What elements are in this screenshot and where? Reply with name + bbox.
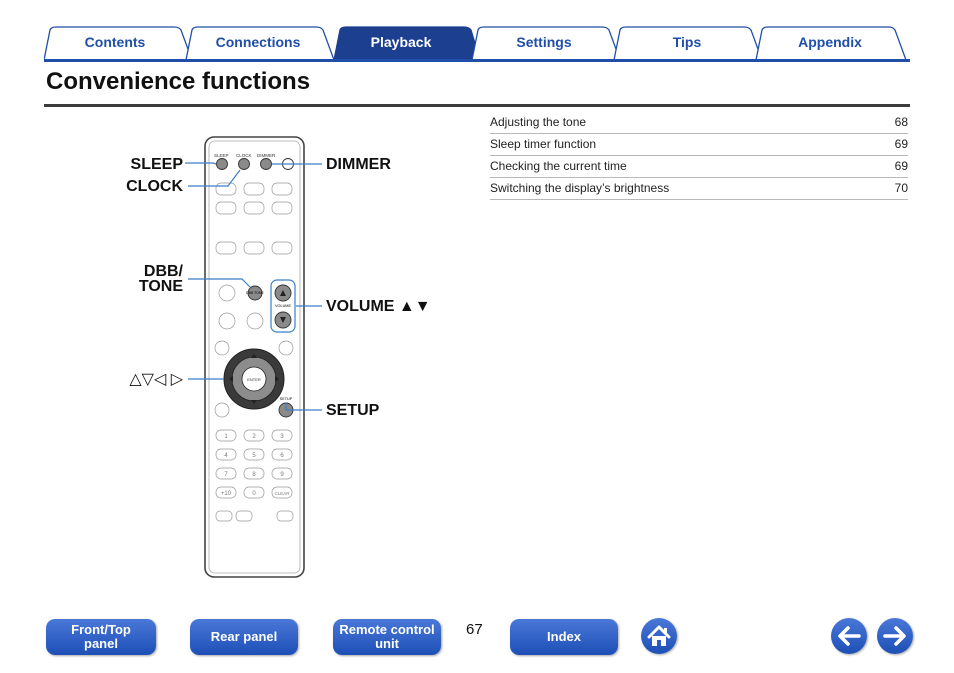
callout-clock: CLOCK [126,178,183,195]
sleep-key-label: SLEEP [214,153,229,158]
arrow-right-icon [883,626,906,646]
enter-key-label: ENTER [247,377,261,382]
dbb-tone-key-label: DBB TONE [246,291,264,295]
callout-setup: SETUP [326,402,380,419]
callout-volume: VOLUME ▲▼ [326,298,431,315]
callout-cursor-keys: △▽◁ ▷ [129,371,183,388]
clock-key [238,158,250,170]
callout-dimmer: DIMMER [326,156,391,173]
clock-key-label: CLOCK [236,153,252,158]
volume-key-label: VOLUME [275,304,292,308]
dimmer-key [260,158,272,170]
number-key-plus10: +10 [221,491,232,497]
index-button[interactable]: Index [510,619,618,655]
remote-control-unit-button[interactable]: Remote control unit [333,619,441,655]
callout-tone: TONE [138,278,183,295]
arrow-left-icon [838,626,861,646]
front-top-panel-button[interactable]: Front/Top panel [46,619,156,655]
home-icon [647,625,671,646]
sleep-key [216,158,228,170]
rear-panel-button[interactable]: Rear panel [190,619,298,655]
home-button[interactable] [641,618,677,654]
remote-illustration: SLEEP CLOCK DIMMER DBB TONE VOLUME ENTER… [185,136,322,578]
setup-key-label: SETUP [280,397,293,401]
page-number: 67 [466,621,483,638]
callout-sleep: SLEEP [130,156,183,173]
clear-key: CLEAR [274,491,290,496]
dimmer-key-label: DIMMER [257,153,276,158]
back-button[interactable] [831,618,867,654]
forward-button[interactable] [877,618,913,654]
